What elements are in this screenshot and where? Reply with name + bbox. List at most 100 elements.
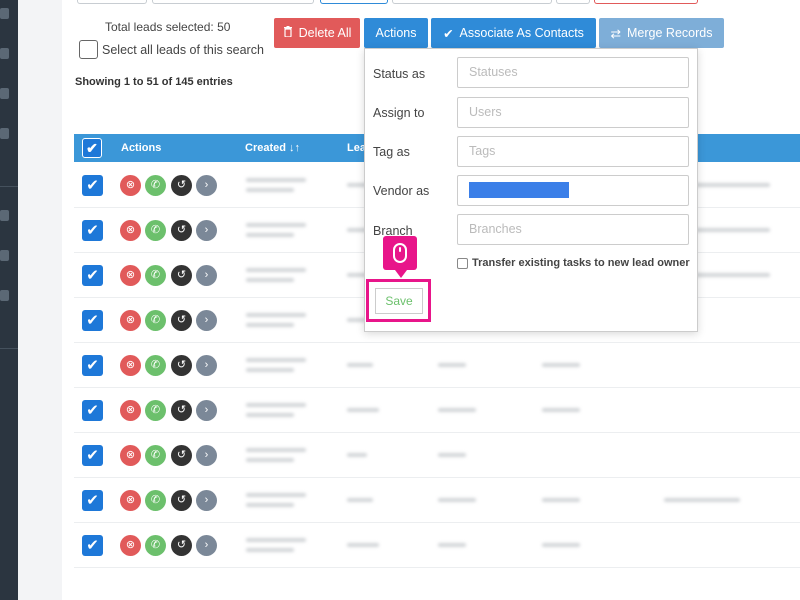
- top-control-stub[interactable]: [556, 0, 590, 4]
- sidebar-divider: [0, 348, 18, 349]
- row-checkbox[interactable]: ✔: [82, 445, 103, 466]
- status-select[interactable]: Statuses: [457, 57, 689, 88]
- redacted-cell: [246, 538, 306, 542]
- history-icon[interactable]: ↺: [171, 490, 192, 511]
- phone-icon[interactable]: ✆: [145, 400, 166, 421]
- redacted-cell: [246, 448, 306, 452]
- delete-all-button[interactable]: Delete All: [274, 18, 360, 48]
- row-checkbox[interactable]: ✔: [82, 535, 103, 556]
- header-select-checkbox[interactable]: ✔: [82, 138, 102, 158]
- history-icon[interactable]: ↺: [171, 400, 192, 421]
- select-all-leads[interactable]: Select all leads of this search: [79, 40, 264, 59]
- chevron-right-icon[interactable]: ›: [196, 175, 217, 196]
- merge-label: Merge Records: [627, 26, 713, 40]
- chevron-right-icon[interactable]: ›: [196, 535, 217, 556]
- redacted-cell: [246, 368, 294, 372]
- select-all-checkbox[interactable]: [79, 40, 98, 59]
- header-actions: Actions: [121, 142, 162, 154]
- row-checkbox[interactable]: ✔: [82, 265, 103, 286]
- chevron-right-icon[interactable]: ›: [196, 490, 217, 511]
- delete-icon[interactable]: ⊗: [120, 535, 141, 556]
- row-checkbox[interactable]: ✔: [82, 220, 103, 241]
- delete-icon[interactable]: ⊗: [120, 265, 141, 286]
- sidebar-nav-icon[interactable]: [0, 128, 9, 139]
- redacted-cell: [542, 543, 580, 547]
- top-control-stub[interactable]: [152, 0, 314, 4]
- redacted-cell: [542, 498, 580, 502]
- phone-icon[interactable]: ✆: [145, 445, 166, 466]
- top-control-stub[interactable]: [392, 0, 552, 4]
- redacted-cell: [438, 543, 466, 547]
- sidebar-nav-icon[interactable]: [0, 48, 9, 59]
- assign-select[interactable]: Users: [457, 97, 689, 128]
- delete-icon[interactable]: ⊗: [120, 175, 141, 196]
- top-control-stub[interactable]: [594, 0, 698, 4]
- vendor-select[interactable]: xxxxxxxxxxxxxxxx: [457, 175, 689, 206]
- history-icon[interactable]: ↺: [171, 355, 192, 376]
- sidebar-nav-icon[interactable]: [0, 290, 9, 301]
- redacted-cell: [246, 223, 306, 227]
- click-indicator: [383, 236, 417, 278]
- transfer-tasks-option[interactable]: Transfer existing tasks to new lead owne…: [457, 257, 690, 269]
- transfer-tasks-checkbox[interactable]: [457, 257, 468, 269]
- phone-icon[interactable]: ✆: [145, 490, 166, 511]
- chevron-right-icon[interactable]: ›: [196, 310, 217, 331]
- top-control-stub[interactable]: [320, 0, 388, 4]
- redacted-cell: [246, 323, 294, 327]
- phone-icon[interactable]: ✆: [145, 220, 166, 241]
- row-checkbox[interactable]: ✔: [82, 400, 103, 421]
- sidebar-nav-icon[interactable]: [0, 88, 9, 99]
- phone-icon[interactable]: ✆: [145, 175, 166, 196]
- phone-icon[interactable]: ✆: [145, 355, 166, 376]
- history-icon[interactable]: ↺: [171, 265, 192, 286]
- row-checkbox[interactable]: ✔: [82, 355, 103, 376]
- select-all-label: Select all leads of this search: [102, 42, 264, 57]
- branch-select[interactable]: Branches: [457, 214, 689, 245]
- row-checkbox[interactable]: ✔: [82, 490, 103, 511]
- delete-icon[interactable]: ⊗: [120, 445, 141, 466]
- redacted-cell: [542, 408, 580, 412]
- redacted-cell: [438, 408, 476, 412]
- status-label: Status as: [373, 67, 426, 81]
- redacted-cell: [246, 313, 306, 317]
- save-button[interactable]: Save: [375, 288, 423, 314]
- delete-icon[interactable]: ⊗: [120, 355, 141, 376]
- table-row: ✔ ⊗ ✆ ↺ ›: [74, 523, 800, 568]
- sidebar-nav-icon[interactable]: [0, 250, 9, 261]
- chevron-right-icon[interactable]: ›: [196, 265, 217, 286]
- check-icon: ✔: [443, 26, 454, 41]
- redacted-cell: [664, 498, 740, 502]
- chevron-right-icon[interactable]: ›: [196, 355, 217, 376]
- associate-label: Associate As Contacts: [459, 26, 584, 40]
- sidebar-nav-icon[interactable]: [0, 8, 9, 19]
- chevron-right-icon[interactable]: ›: [196, 445, 217, 466]
- delete-icon[interactable]: ⊗: [120, 220, 141, 241]
- history-icon[interactable]: ↺: [171, 220, 192, 241]
- merge-records-button[interactable]: ⇄ Merge Records: [599, 18, 724, 48]
- row-checkbox[interactable]: ✔: [82, 175, 103, 196]
- row-checkbox[interactable]: ✔: [82, 310, 103, 331]
- delete-icon[interactable]: ⊗: [120, 400, 141, 421]
- header-created[interactable]: Created ↓↑: [245, 142, 300, 154]
- chevron-right-icon[interactable]: ›: [196, 220, 217, 241]
- history-icon[interactable]: ↺: [171, 445, 192, 466]
- delete-icon[interactable]: ⊗: [120, 490, 141, 511]
- sidebar-divider: [0, 186, 18, 187]
- history-icon[interactable]: ↺: [171, 175, 192, 196]
- redacted-cell: [438, 498, 476, 502]
- phone-icon[interactable]: ✆: [145, 535, 166, 556]
- history-icon[interactable]: ↺: [171, 310, 192, 331]
- top-control-stub[interactable]: [77, 0, 147, 4]
- actions-button[interactable]: Actions: [364, 18, 428, 48]
- tag-select[interactable]: Tags: [457, 136, 689, 167]
- redacted-cell: [694, 273, 770, 277]
- phone-icon[interactable]: ✆: [145, 310, 166, 331]
- save-highlight: Save: [366, 279, 431, 322]
- sidebar-nav-icon[interactable]: [0, 210, 9, 221]
- sidebar: [0, 0, 18, 600]
- history-icon[interactable]: ↺: [171, 535, 192, 556]
- delete-icon[interactable]: ⊗: [120, 310, 141, 331]
- phone-icon[interactable]: ✆: [145, 265, 166, 286]
- associate-contacts-button[interactable]: ✔ Associate As Contacts: [431, 18, 596, 48]
- chevron-right-icon[interactable]: ›: [196, 400, 217, 421]
